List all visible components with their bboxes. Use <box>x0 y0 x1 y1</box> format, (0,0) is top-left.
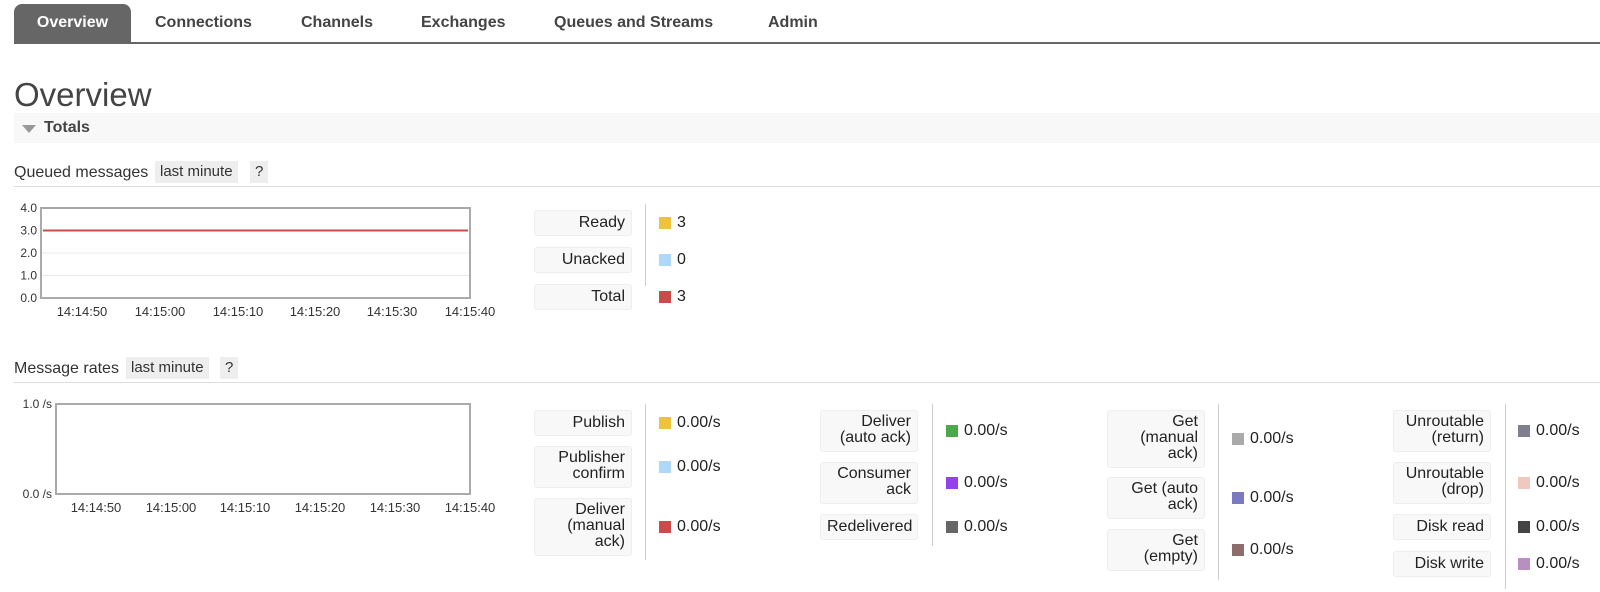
tab-admin[interactable]: Admin <box>768 4 818 42</box>
legend-label-unacked: Unacked <box>534 247 632 273</box>
legend-label-unroutable-drop: Unroutable (drop) <box>1393 462 1491 504</box>
y-tick-label: 1.0 <box>20 269 37 283</box>
legend-label-unroutable-return: Unroutable (return) <box>1393 410 1491 452</box>
tab-connections[interactable]: Connections <box>155 4 252 42</box>
legend-divider <box>932 404 933 546</box>
collapse-triangle-icon <box>22 125 36 133</box>
plot-area <box>56 404 470 494</box>
legend-value-consumer-ack: 0.00/s <box>964 474 1008 491</box>
queued-messages-title: Queued messages <box>14 164 149 181</box>
totals-label: Totals <box>44 119 90 136</box>
x-tick-label: 14:15:30 <box>370 500 421 515</box>
legend-swatch-unroutable-return <box>1518 425 1530 437</box>
x-tick-label: 14:15:00 <box>135 304 186 319</box>
legend-value-get-empty: 0.00/s <box>1250 541 1294 558</box>
queued-help-button[interactable]: ? <box>250 161 269 183</box>
x-tick-label: 14:15:20 <box>295 500 346 515</box>
tab-channels[interactable]: Channels <box>301 4 373 42</box>
legend-swatch-disk-write <box>1518 558 1530 570</box>
queued-messages-header: Queued messages last minute ? <box>14 160 1600 187</box>
x-tick-label: 14:15:30 <box>367 304 418 319</box>
legend-value-total: 3 <box>677 288 686 305</box>
y-tick-label: 4.0 <box>20 201 37 215</box>
x-tick-label: 14:15:40 <box>445 304 496 319</box>
legend-value-disk-read: 0.00/s <box>1536 518 1580 535</box>
legend-value-get-auto-ack: 0.00/s <box>1250 489 1294 506</box>
rates-range-selector[interactable]: last minute <box>126 357 209 379</box>
legend-value-unacked: 0 <box>677 251 686 268</box>
y-tick-label: 1.0 /s <box>23 397 52 411</box>
y-tick-label: 0.0 <box>20 291 37 305</box>
y-tick-label: 3.0 <box>20 224 37 238</box>
legend-divider <box>1218 404 1219 580</box>
x-tick-label: 14:15:40 <box>445 500 496 515</box>
legend-swatch-unacked <box>659 254 671 266</box>
legend-value-get-manual-ack: 0.00/s <box>1250 430 1294 447</box>
legend-divider <box>1505 404 1506 589</box>
legend-value-unroutable-return: 0.00/s <box>1536 422 1580 439</box>
main-nav: Overview Connections Channels Exchanges … <box>14 0 1600 44</box>
legend-value-redelivered: 0.00/s <box>964 518 1008 535</box>
legend-label-disk-write: Disk write <box>1393 551 1491 577</box>
message-rates-title: Message rates <box>14 360 119 377</box>
x-tick-label: 14:15:00 <box>146 500 197 515</box>
message-rates-header: Message rates last minute ? <box>14 356 1600 383</box>
legend-swatch-get-empty <box>1232 544 1244 556</box>
tab-overview[interactable]: Overview <box>14 4 131 42</box>
x-tick-label: 14:15:20 <box>290 304 341 319</box>
legend-label-get-manual-ack: Get (manual ack) <box>1107 410 1205 468</box>
legend-value-publisher-confirm: 0.00/s <box>677 458 721 475</box>
legend-label-publish: Publish <box>534 410 632 436</box>
legend-value-unroutable-drop: 0.00/s <box>1536 474 1580 491</box>
legend-label-get-empty: Get (empty) <box>1107 529 1205 571</box>
legend-value-publish: 0.00/s <box>677 414 721 431</box>
legend-swatch-consumer-ack <box>946 477 958 489</box>
legend-swatch-deliver-manual-ack <box>659 521 671 533</box>
legend-label-total: Total <box>534 284 632 310</box>
queued-range-selector[interactable]: last minute <box>155 161 238 183</box>
legend-label-publisher-confirm: Publisher confirm <box>534 446 632 488</box>
legend-swatch-disk-read <box>1518 521 1530 533</box>
x-tick-label: 14:14:50 <box>57 304 108 319</box>
legend-swatch-deliver-auto-ack <box>946 425 958 437</box>
legend-swatch-publisher-confirm <box>659 461 671 473</box>
legend-value-deliver-manual-ack: 0.00/s <box>677 518 721 535</box>
page-title: Overview <box>14 76 152 113</box>
legend-divider <box>645 204 646 286</box>
y-tick-label: 0.0 /s <box>23 487 52 501</box>
x-tick-label: 14:14:50 <box>71 500 122 515</box>
legend-swatch-publish <box>659 417 671 429</box>
legend-swatch-get-auto-ack <box>1232 492 1244 504</box>
legend-swatch-ready <box>659 217 671 229</box>
totals-section-toggle[interactable]: Totals <box>14 113 1600 143</box>
queued-messages-chart: 4.0 3.0 2.0 1.0 0.0 14:14:50 14:15:00 14:15:10 1… <box>20 201 496 319</box>
legend-label-redelivered: Redelivered <box>820 514 918 540</box>
legend-label-deliver-manual-ack: Deliver (manual ack) <box>534 498 632 556</box>
legend-swatch-redelivered <box>946 521 958 533</box>
legend-label-disk-read: Disk read <box>1393 514 1491 540</box>
legend-value-ready: 3 <box>677 214 686 231</box>
legend-label-ready: Ready <box>534 210 632 236</box>
legend-swatch-total <box>659 291 671 303</box>
tab-exchanges[interactable]: Exchanges <box>421 4 505 42</box>
legend-label-get-auto-ack: Get (auto ack) <box>1107 477 1205 519</box>
tab-queues-and-streams[interactable]: Queues and Streams <box>554 4 713 42</box>
legend-swatch-unroutable-drop <box>1518 477 1530 489</box>
message-rates-chart: 1.0 /s 0.0 /s 14:14:50 14:15:00 14:15:10 14:1… <box>23 397 496 515</box>
legend-value-deliver-auto-ack: 0.00/s <box>964 422 1008 439</box>
rates-help-button[interactable]: ? <box>220 357 239 379</box>
y-tick-label: 2.0 <box>20 246 37 260</box>
x-tick-label: 14:15:10 <box>213 304 264 319</box>
legend-label-deliver-auto-ack: Deliver (auto ack) <box>820 410 918 452</box>
legend-label-consumer-ack: Consumer ack <box>820 462 918 504</box>
x-tick-label: 14:15:10 <box>220 500 271 515</box>
legend-swatch-get-manual-ack <box>1232 433 1244 445</box>
legend-divider <box>645 404 646 560</box>
legend-value-disk-write: 0.00/s <box>1536 555 1580 572</box>
